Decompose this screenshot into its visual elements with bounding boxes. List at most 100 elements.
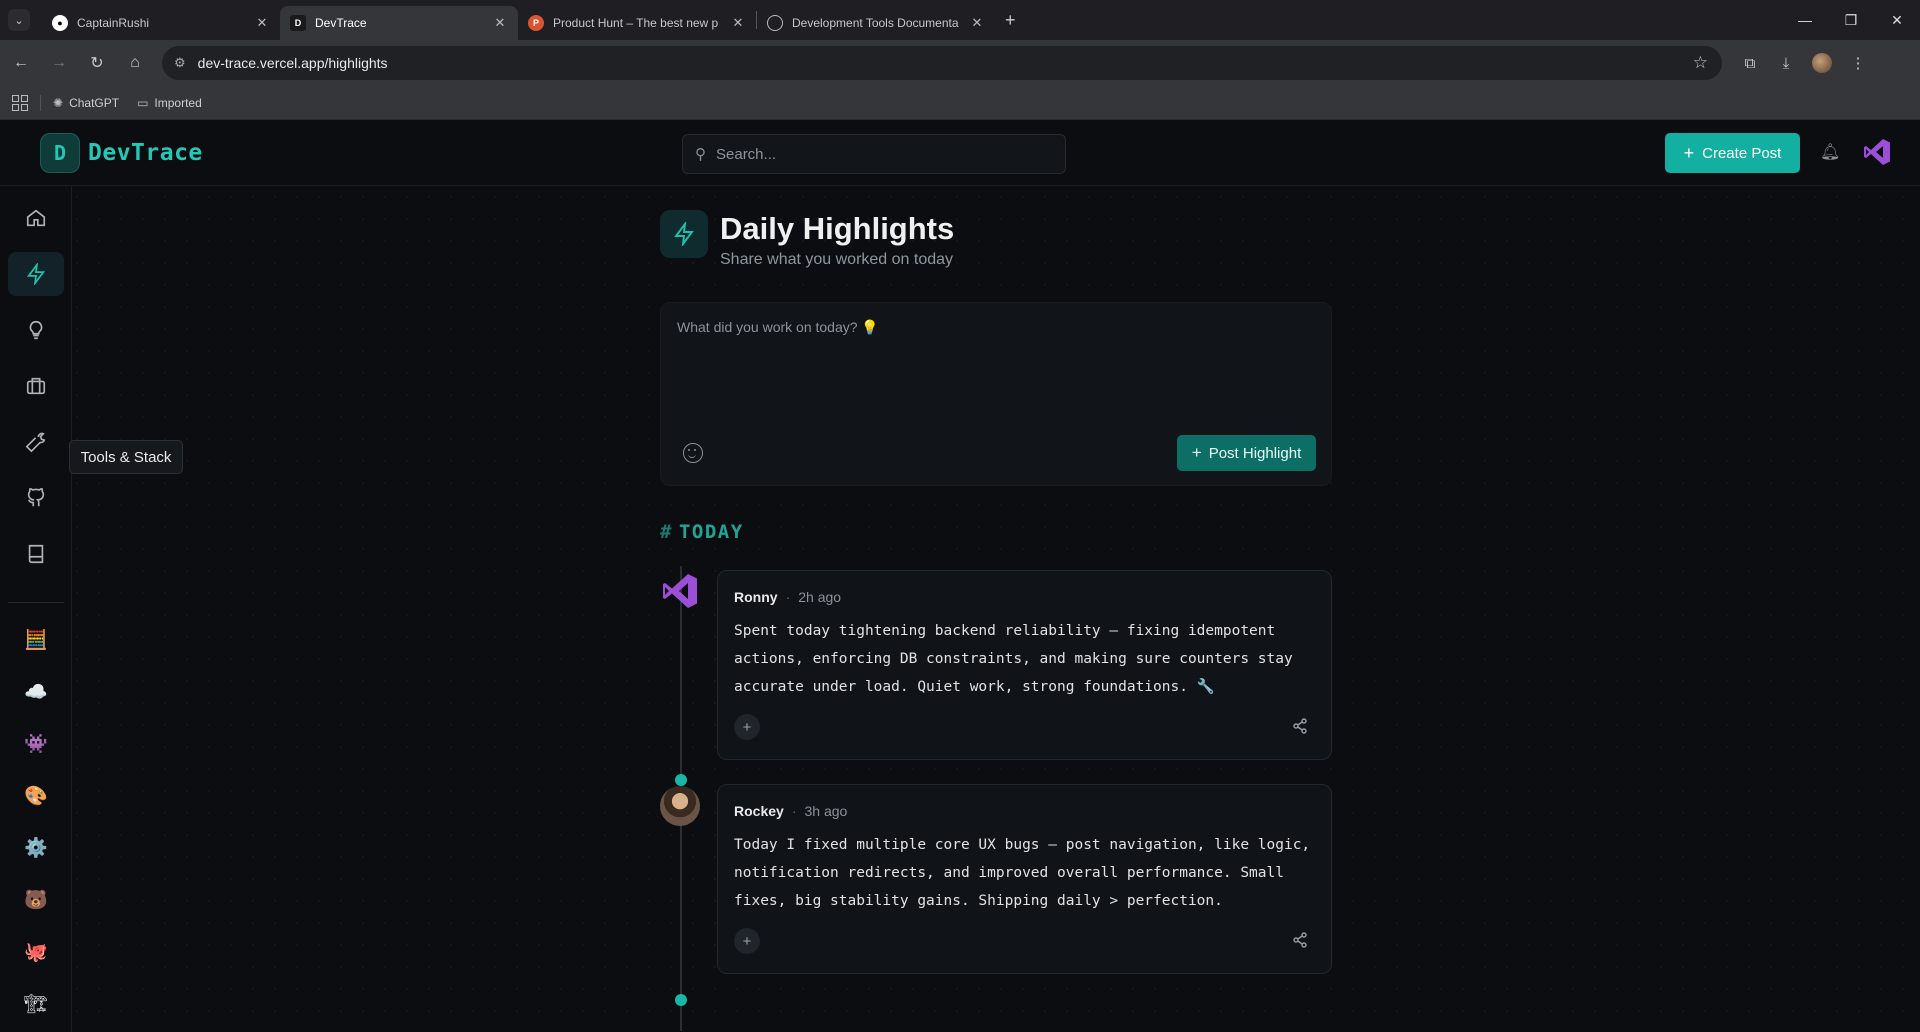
meta-separator: · (785, 589, 791, 605)
share-icon[interactable] (1292, 932, 1308, 948)
highlight-post: Rockey · 3h ago Today I fixed multiple c… (717, 784, 1332, 974)
sidebar-app-settings[interactable]: ⚙️ (22, 834, 50, 862)
tab-search-button[interactable]: ⌄ (8, 9, 30, 31)
avatar[interactable] (660, 786, 700, 826)
home-browser-icon[interactable]: ⌂ (118, 46, 152, 80)
folder-icon: ▭ (137, 95, 149, 110)
section-heading-today: # TODAY (660, 521, 744, 543)
bookmark-separator (40, 94, 41, 111)
profile-avatar[interactable] (1804, 53, 1840, 73)
restore-icon[interactable]: ❐ (1828, 0, 1874, 40)
chevron-down-icon: ⌄ (14, 14, 24, 27)
sidebar-app-bear[interactable]: 🐻 (22, 886, 50, 914)
search-box[interactable]: ⚲ (682, 134, 1066, 174)
download-icon[interactable]: ⤓ (1768, 55, 1804, 72)
github-icon: ● (52, 15, 68, 31)
browser-tab[interactable]: Development Tools Documenta ✕ (757, 6, 995, 40)
create-post-button[interactable]: + Create Post (1665, 133, 1800, 173)
plus-icon: + (1683, 142, 1695, 163)
browser-tab-active[interactable]: D DevTrace ✕ (280, 6, 518, 40)
sidebar-app-cloud[interactable]: ☁️ (22, 678, 50, 706)
logo-text: DevTrace (88, 139, 203, 166)
section-label: TODAY (678, 521, 744, 543)
tab-title: Product Hunt – The best new p (553, 16, 719, 30)
sidebar-item-home[interactable] (8, 196, 64, 240)
sidebar-app-octopus[interactable]: 🐙 (22, 938, 50, 966)
app-root: D DevTrace ⚲ + Create Post 🔔︎ (0, 120, 1920, 1032)
devtrace-logo-icon: D (40, 132, 80, 173)
home-icon (26, 209, 46, 227)
post-author[interactable]: Rockey (734, 803, 784, 819)
add-reaction-button[interactable]: + (734, 928, 760, 954)
bookmark-imported[interactable]: ▭ Imported (137, 96, 202, 110)
emoji-icon[interactable] (683, 443, 703, 463)
close-icon[interactable]: ✕ (492, 15, 508, 31)
sidebar-app-game[interactable]: 👾 (22, 730, 50, 758)
site-info-icon[interactable]: ⚙ (174, 55, 186, 71)
lightbulb-icon (29, 320, 43, 340)
avatar[interactable] (660, 571, 700, 611)
sidebar-app-calculator[interactable]: 🧮 (22, 626, 50, 654)
post-highlight-label: Post Highlight (1208, 444, 1302, 462)
highlights-zap-icon (660, 210, 708, 258)
tab-title: DevTrace (315, 16, 367, 30)
openai-icon: ✺ (53, 95, 64, 110)
meta-separator: · (791, 803, 797, 819)
sidebar-item-highlights[interactable] (8, 252, 64, 296)
highlight-composer: + Post Highlight (660, 302, 1332, 486)
bookmark-star-icon[interactable]: ☆ (1693, 53, 1708, 73)
share-icon[interactable] (1292, 718, 1308, 734)
minimize-icon[interactable]: — (1782, 0, 1828, 40)
sidebar-app-design[interactable]: 🎨 (22, 782, 50, 810)
close-icon[interactable]: ✕ (969, 15, 985, 31)
post-highlight-button[interactable]: + Post Highlight (1177, 435, 1316, 471)
globe-icon (767, 15, 783, 31)
forward-icon[interactable]: → (42, 46, 76, 80)
page-subtitle: Share what you worked on today (720, 251, 954, 268)
close-window-icon[interactable]: ✕ (1874, 0, 1920, 40)
apps-grid-icon[interactable] (12, 94, 28, 111)
sidebar-item-tools[interactable] (8, 420, 64, 464)
book-icon (28, 544, 44, 564)
search-input[interactable] (716, 145, 1036, 163)
sidebar-app-builder[interactable]: 🏗 (22, 990, 50, 1018)
timeline-dot (675, 774, 687, 786)
tab-title: CaptainRushi (77, 16, 150, 30)
close-icon[interactable]: ✕ (730, 15, 746, 31)
close-icon[interactable]: ✕ (254, 15, 270, 31)
highlight-post: Ronny · 2h ago Spent today tightening ba… (717, 570, 1332, 760)
reload-icon[interactable]: ↻ (80, 46, 114, 80)
bell-icon[interactable]: 🔔︎ (1820, 142, 1840, 162)
add-reaction-button[interactable]: + (734, 714, 760, 740)
back-icon[interactable]: ← (4, 46, 38, 80)
logo[interactable]: D DevTrace (40, 132, 203, 173)
bookmark-label: ChatGPT (69, 95, 120, 110)
wrench-icon (25, 432, 46, 453)
sidebar-item-docs[interactable] (8, 532, 64, 576)
product-hunt-icon: P (528, 15, 544, 31)
sidebar-tooltip: Tools & Stack (69, 440, 183, 474)
sidebar: 🧮 ☁️ 👾 🎨 ⚙️ 🐻 🐙 🏗 (0, 186, 72, 1032)
post-time: 3h ago (804, 803, 848, 819)
highlight-textarea[interactable] (677, 319, 1317, 419)
sidebar-item-ideas[interactable] (8, 308, 64, 352)
bookmark-chatgpt[interactable]: ✺ ChatGPT (53, 96, 119, 110)
url-text: dev-trace.vercel.app/highlights (197, 55, 388, 71)
tab-title: Development Tools Documenta (792, 16, 959, 30)
more-menu-icon[interactable]: ⋮ (1840, 54, 1876, 72)
browser-toolbar: ⧉ ⤓ ⋮ (1732, 53, 1876, 73)
post-author[interactable]: Ronny (734, 589, 778, 605)
page-header: Daily Highlights Share what you worked o… (660, 210, 954, 269)
user-avatar-vs-icon[interactable] (1862, 137, 1892, 167)
briefcase-icon (26, 377, 46, 395)
sidebar-item-projects[interactable] (8, 364, 64, 408)
extensions-icon[interactable]: ⧉ (1732, 55, 1768, 72)
browser-tab[interactable]: P Product Hunt – The best new p ✕ (518, 6, 756, 40)
bookmark-label: Imported (154, 95, 202, 110)
search-icon: ⚲ (695, 146, 706, 163)
browser-tab[interactable]: ● CaptainRushi ✕ (42, 6, 280, 40)
url-field[interactable]: ⚙ dev-trace.vercel.app/highlights ☆ (162, 46, 1722, 80)
sidebar-item-github[interactable] (8, 476, 64, 520)
new-tab-button[interactable]: + (1005, 10, 1016, 31)
section-hash: # (660, 521, 673, 543)
